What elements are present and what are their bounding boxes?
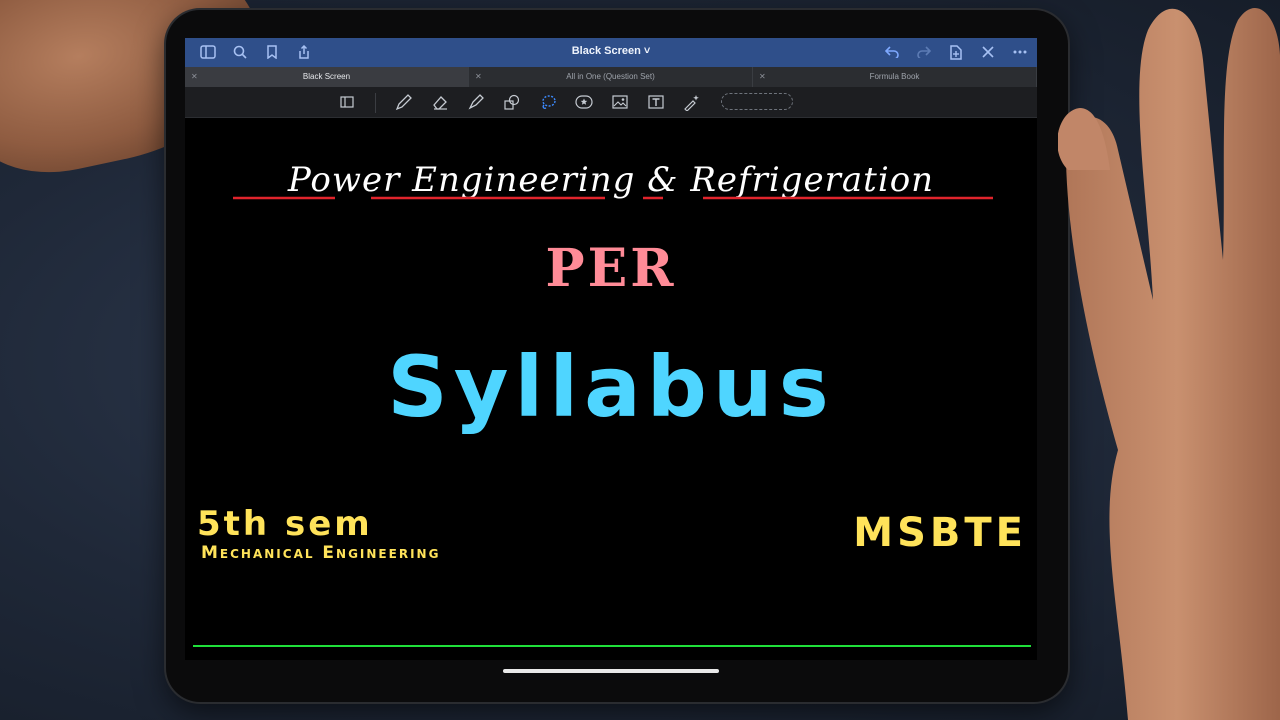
right-hand (1058, 8, 1280, 720)
subject-abbreviation: PER (545, 238, 677, 299)
semester-label: 5th sem (197, 504, 373, 544)
syllabus-heading: Syllabus (387, 338, 835, 436)
branch-label: Mechanical Engineering (201, 543, 441, 563)
board-label: MSBTE (853, 510, 1027, 556)
tablet-screen: Black Screen ˅ ✕ Black Screen ✕ All in O… (185, 38, 1037, 660)
home-indicator[interactable] (503, 669, 719, 673)
bottom-green-line (193, 645, 1031, 647)
